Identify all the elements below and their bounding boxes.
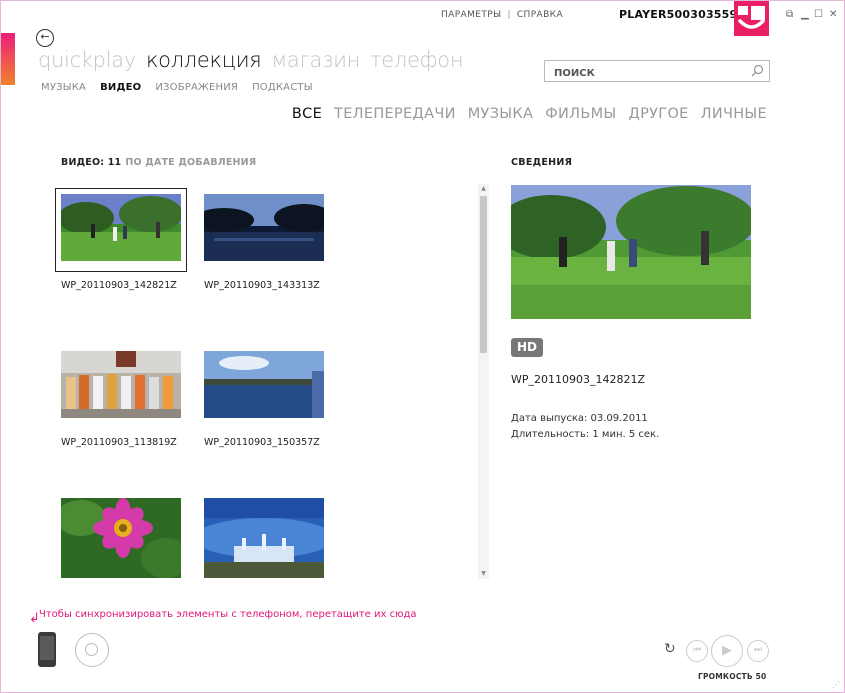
list-scrollbar[interactable]: ▲ ▼ xyxy=(478,184,489,579)
search-input[interactable] xyxy=(545,63,741,84)
pivot-nav: quickplay коллекция магазин телефон xyxy=(38,48,473,72)
pink-flower-image xyxy=(61,498,181,578)
disc-icon[interactable] xyxy=(75,633,109,667)
video-preview[interactable] xyxy=(511,185,751,319)
pivot-tab-0[interactable]: quickplay xyxy=(38,48,136,72)
video-count: ВИДЕО: 11 xyxy=(61,157,122,168)
video-tile[interactable] xyxy=(56,493,186,592)
filter-tab-2[interactable]: МУЗЫКА xyxy=(468,106,533,122)
video-title: WP_20110903_113819Z xyxy=(61,437,177,448)
video-title: WP_20110903_150357Z xyxy=(204,437,320,448)
previous-icon[interactable]: ⏮ xyxy=(686,640,708,662)
details-video-name: WP_20110903_142821Z xyxy=(511,373,646,386)
scroll-up-icon[interactable]: ▲ xyxy=(478,184,489,194)
video-title: WP_20110903_143313Z xyxy=(204,280,320,291)
pivot-tab-2[interactable]: магазин xyxy=(271,48,360,72)
sync-hint: Чтобы синхронизировать элементы с телефо… xyxy=(39,609,417,620)
list-header: ВИДЕО: 11 ПО ДАТЕ ДОБАВЛЕНИЯ xyxy=(61,157,256,168)
search-box xyxy=(544,60,770,84)
video-thumbnail[interactable] xyxy=(56,493,186,583)
subnav-tab-2[interactable]: ИЗОБРАЖЕНИЯ xyxy=(155,82,238,93)
details-title: СВЕДЕНИЯ xyxy=(511,157,573,168)
filter-tabs: ВСЕ ТЕЛЕПЕРЕДАЧИ МУЗЫКА ФИЛЬМЫ ДРУГОЕ ЛИЧНЫЕ xyxy=(280,106,767,122)
close-icon[interactable]: ✕ xyxy=(829,10,837,20)
settings-link[interactable]: ПАРАМЕТРЫ xyxy=(441,10,501,20)
video-thumbnail[interactable] xyxy=(199,189,329,271)
subnav-tab-3[interactable]: ПОДКАСТЫ xyxy=(252,82,313,93)
subnav-tab-1[interactable]: ВИДЕО xyxy=(100,82,141,93)
hd-badge: HD xyxy=(511,338,543,357)
video-title: WP_20110903_142821Z xyxy=(61,280,177,291)
video-tile[interactable]: WP_20110903_142821Z xyxy=(55,188,187,291)
maximize-icon[interactable]: ☐ xyxy=(814,10,823,20)
river-city-blue-sky-image xyxy=(204,351,324,418)
release-date: Дата выпуска: 03.09.2011 xyxy=(511,413,648,424)
park-people-grass-image xyxy=(61,194,181,261)
play-icon[interactable]: ▶ xyxy=(711,635,743,667)
duration: Длительность: 1 мин. 5 сек. xyxy=(511,429,660,440)
video-thumbnail[interactable] xyxy=(199,346,329,428)
pivot-tab-1[interactable]: коллекция xyxy=(146,48,262,72)
video-thumbnail[interactable] xyxy=(55,188,187,272)
video-thumbnail[interactable] xyxy=(56,346,186,428)
resize-grip-icon[interactable]: ⋰ xyxy=(832,680,840,689)
scroll-down-icon[interactable]: ▼ xyxy=(478,569,489,579)
top-links-separator: | xyxy=(507,10,511,20)
volume-label[interactable]: ГРОМКОСТЬ 50 xyxy=(698,672,766,681)
filter-tab-1[interactable]: ТЕЛЕПЕРЕДАЧИ xyxy=(334,106,456,122)
street-festival-crowd-image xyxy=(61,351,181,418)
filter-tab-0[interactable]: ВСЕ xyxy=(292,106,322,122)
avatar[interactable] xyxy=(734,1,769,36)
filter-tab-3[interactable]: ФИЛЬМЫ xyxy=(545,106,616,122)
zune-window: ПАРАМЕТРЫ | СПРАВКА PLAYER500303559 ⧉ ▁ ☐ … xyxy=(0,0,845,693)
preview-image xyxy=(511,185,751,319)
filter-tab-4[interactable]: ДРУГОЕ xyxy=(629,106,689,122)
accent-bar xyxy=(1,33,15,85)
back-arrow-icon[interactable]: ← xyxy=(36,29,54,47)
video-tile[interactable]: WP_20110903_143313Z xyxy=(199,189,329,291)
smiley-icon xyxy=(738,6,765,29)
scrollbar-thumb[interactable] xyxy=(480,196,487,353)
user-name[interactable]: PLAYER500303559 xyxy=(619,8,737,21)
help-link[interactable]: СПРАВКА xyxy=(517,10,563,20)
filter-tab-5[interactable]: ЛИЧНЫЕ xyxy=(701,106,767,122)
video-tile[interactable]: WP_20110903_150357Z xyxy=(199,346,329,448)
search-icon[interactable] xyxy=(751,64,764,77)
minimize-icon[interactable]: ▁ xyxy=(801,10,809,20)
sort-button[interactable]: ПО ДАТЕ ДОБАВЛЕНИЯ xyxy=(125,157,256,168)
video-tile[interactable]: WP_20110903_113819Z xyxy=(56,346,186,448)
repeat-icon[interactable]: ↻ xyxy=(664,641,676,657)
pivot-tab-3[interactable]: телефон xyxy=(370,48,464,72)
subnav-tab-0[interactable]: МУЗЫКА xyxy=(41,82,86,93)
top-links: ПАРАМЕТРЫ | СПРАВКА xyxy=(441,10,563,20)
lake-dusk-trees-image xyxy=(204,194,324,261)
phone-icon[interactable] xyxy=(38,632,56,667)
compact-mode-icon[interactable]: ⧉ xyxy=(786,10,793,20)
next-icon[interactable]: ⏭ xyxy=(747,640,769,662)
sub-nav: МУЗЫКА ВИДЕО ИЗОБРАЖЕНИЯ ПОДКАСТЫ xyxy=(41,82,327,93)
fountain-blue-sky-image xyxy=(204,498,324,578)
video-tile[interactable] xyxy=(199,493,329,592)
video-thumbnail[interactable] xyxy=(199,493,329,583)
